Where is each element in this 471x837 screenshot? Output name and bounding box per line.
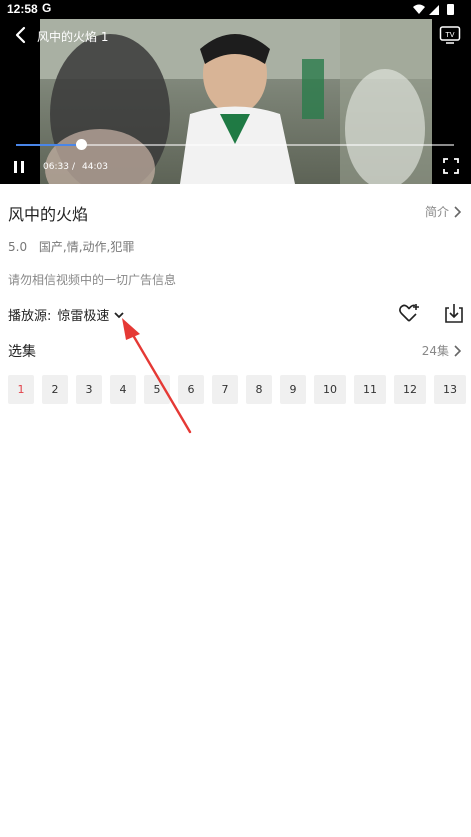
- cast-tv-icon[interactable]: TV: [439, 25, 461, 45]
- source-value[interactable]: 惊雷极速: [57, 305, 109, 324]
- total-time: 44:03: [82, 162, 108, 172]
- genres: 国产,情,动作,犯罪: [38, 240, 135, 254]
- episodes-count: 24集: [421, 344, 449, 358]
- episode-item[interactable]: 11: [354, 375, 386, 404]
- intro-label: 简介: [424, 205, 449, 219]
- episode-item[interactable]: 2: [42, 375, 68, 404]
- pause-icon[interactable]: [11, 159, 27, 175]
- chevron-right-icon: [454, 205, 461, 218]
- progress-fill: [16, 144, 82, 146]
- video-title: 风中的火焰: [8, 205, 89, 224]
- rating: 5.0: [8, 240, 28, 254]
- current-time: 06:33: [43, 162, 69, 172]
- fullscreen-icon[interactable]: [443, 158, 459, 174]
- episode-item[interactable]: 7: [212, 375, 238, 404]
- video-player[interactable]: 风中的火焰 1 TV 06:33 / 44:03: [0, 19, 471, 184]
- time-separator: /: [72, 162, 76, 172]
- source-label: 播放源:: [8, 309, 52, 324]
- player-title: 风中的火焰 1: [37, 30, 109, 44]
- status-time: 12:58: [7, 2, 38, 16]
- episode-item[interactable]: 8: [246, 375, 272, 404]
- download-icon[interactable]: [443, 302, 465, 324]
- back-arrow-icon[interactable]: [13, 26, 31, 44]
- status-icons: [413, 4, 454, 15]
- episodes-title: 选集: [8, 344, 36, 360]
- episode-item[interactable]: 1: [8, 375, 34, 404]
- svg-text:TV: TV: [444, 31, 454, 39]
- episodes-count-link[interactable]: 24集: [422, 342, 461, 359]
- episode-item[interactable]: 13: [434, 375, 466, 404]
- battery-icon: [447, 4, 454, 15]
- episode-item[interactable]: 10: [314, 375, 346, 404]
- episode-item[interactable]: 12: [394, 375, 426, 404]
- episodes-list: 1 2 3 4 5 6 7 8 9 10 11 12 13: [8, 375, 466, 404]
- annotation-arrow: [122, 318, 192, 434]
- source-selector[interactable]: 播放源: 惊雷极速: [8, 305, 125, 324]
- progress-bar[interactable]: [16, 139, 454, 150]
- episode-item[interactable]: 3: [76, 375, 102, 404]
- favorite-add-icon[interactable]: [398, 302, 420, 324]
- ad-notice: 请勿相信视频中的一切广告信息: [8, 273, 177, 287]
- episode-item[interactable]: 9: [280, 375, 306, 404]
- intro-link[interactable]: 简介: [425, 203, 461, 220]
- wifi-icon: [413, 4, 425, 14]
- status-bar: 12:58 G: [0, 0, 471, 19]
- chevron-right-icon: [454, 344, 461, 357]
- signal-icon: [429, 5, 439, 15]
- meta-line: 5.0 国产,情,动作,犯罪: [8, 238, 142, 255]
- google-icon: G: [42, 1, 52, 15]
